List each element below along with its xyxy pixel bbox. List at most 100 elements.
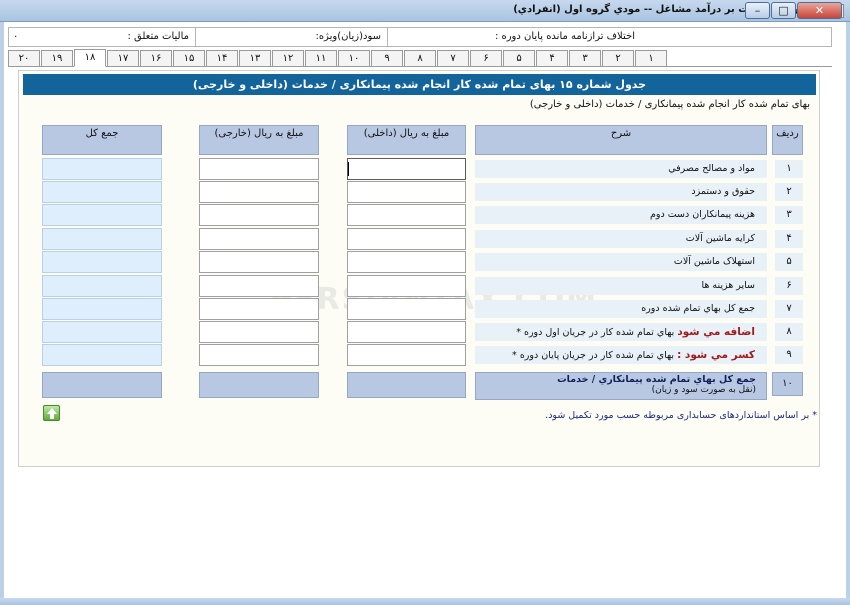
maximize-button[interactable]: □ [771, 2, 796, 19]
grand-total-cell [347, 372, 466, 398]
tab-14[interactable]: ۱۴ [206, 50, 238, 67]
row-number: ۴ [775, 230, 803, 248]
tab-11[interactable]: ۱۱ [305, 50, 337, 67]
internal-amount-input[interactable] [347, 251, 466, 273]
tab-9[interactable]: ۹ [371, 50, 403, 67]
external-amount-input[interactable] [199, 321, 319, 343]
tab-8[interactable]: ۸ [404, 50, 436, 67]
internal-amount-input[interactable] [347, 298, 466, 320]
row-description-text: استهلاک ماشین آلات [673, 256, 755, 267]
row-description: جمع کل بهاي تمام شده دوره [475, 300, 767, 318]
col-header-row-number: ردیف [772, 125, 803, 155]
row-description-text: سایر هزینه ها [701, 280, 755, 291]
total-amount-cell [42, 298, 162, 320]
row-description-text: بهاي تمام شده کار در جریان اول دوره * [516, 327, 675, 338]
total-row-description: جمع کل بهاي تمام شده پیمانکاري / خدمات (ن… [475, 372, 767, 400]
row-description: کسر مي شود : بهاي تمام شده کار در جریان … [475, 346, 767, 364]
tab-5[interactable]: ۵ [503, 50, 535, 67]
tab-7[interactable]: ۷ [437, 50, 469, 67]
external-amount-input[interactable] [199, 298, 319, 320]
total-amount-cell [42, 321, 162, 343]
close-button[interactable]: ✕ [797, 2, 842, 19]
row-description-text: حقوق و دستمزد [691, 186, 755, 197]
row-number: ۶ [775, 277, 803, 295]
internal-amount-input[interactable] [347, 181, 466, 203]
row-description: هزینه پیمانکاران دست دوم [475, 206, 767, 224]
row-number: ۱ [775, 160, 803, 178]
total-row-note: (نقل به صورت سود و زیان) [651, 385, 756, 395]
balance-diff-label: اختلاف ترازنامه مانده پایان دوره : [494, 31, 635, 42]
tab-13[interactable]: ۱۳ [239, 50, 271, 67]
row-description: اضافه مي شود بهاي تمام شده کار در جریان … [475, 323, 767, 341]
tab-2[interactable]: ۲ [602, 50, 634, 67]
tab-19[interactable]: ۱۹ [41, 50, 73, 67]
form-subtitle: بهای تمام شده کار انجام شده پیمانکاری / … [529, 99, 810, 110]
col-header-total: جمع کل [42, 125, 162, 155]
total-amount-cell [42, 228, 162, 250]
form-banner-title: جدول شماره ۱۵ بهای تمام شده کار انجام شد… [23, 74, 816, 95]
tab-1[interactable]: ۱ [635, 50, 667, 67]
tab-10[interactable]: ۱۰ [338, 50, 370, 67]
grand-total-cell [42, 372, 162, 398]
external-amount-input[interactable] [199, 344, 319, 366]
total-amount-cell [42, 251, 162, 273]
external-amount-input[interactable] [199, 158, 319, 180]
row-description-prefix: اضافه مي شود [677, 326, 755, 338]
row-number: ۵ [775, 253, 803, 271]
total-row-number: ۱۰ [772, 372, 803, 396]
external-amount-input[interactable] [199, 228, 319, 250]
external-amount-input[interactable] [199, 204, 319, 226]
tab-20[interactable]: ۲۰ [8, 50, 40, 67]
total-amount-cell [42, 158, 162, 180]
internal-amount-input[interactable] [347, 344, 466, 366]
grand-total-cell [199, 372, 319, 398]
tab-17[interactable]: ۱۷ [107, 50, 139, 67]
total-amount-cell [42, 344, 162, 366]
window-bottom-frame [0, 598, 850, 605]
tab-6[interactable]: ۶ [470, 50, 502, 67]
internal-amount-input[interactable] [347, 321, 466, 343]
total-row-title: جمع کل بهاي تمام شده پیمانکاري / خدمات [557, 374, 756, 385]
row-description-prefix: کسر مي شود : [677, 349, 755, 361]
row-description-text: مواد و مصالح مصرفي [668, 163, 755, 174]
internal-amount-input[interactable] [347, 158, 466, 180]
row-description-text: کرایه ماشین آلات [685, 233, 755, 244]
row-number: ۸ [775, 323, 803, 341]
title-bar: اظهارنامه مالیات بر درآمد مشاغل -- مودي … [0, 0, 850, 22]
tab-strip: ۱ ۲ ۳ ۴ ۵ ۶ ۷ ۸ ۹ ۱۰ ۱۱ ۱۲ ۱۳ ۱۴ ۱۵ ۱۶ ۱۷ ۱۸ ۱۹ ۲۰ [8, 49, 668, 67]
total-amount-cell [42, 275, 162, 297]
window-left-frame [0, 22, 4, 598]
external-amount-input[interactable] [199, 181, 319, 203]
tab-16[interactable]: ۱۶ [140, 50, 172, 67]
internal-amount-input[interactable] [347, 204, 466, 226]
row-description-text: بهاي تمام شده کار در جریان پایان دوره * [512, 350, 675, 361]
internal-amount-input[interactable] [347, 275, 466, 297]
row-description: حقوق و دستمزد [475, 183, 767, 201]
tax-due-label: مالیات متعلق : [127, 31, 189, 42]
tax-due-value: ۰ [13, 31, 19, 42]
external-amount-input[interactable] [199, 251, 319, 273]
row-description-text: هزینه پیمانکاران دست دوم [649, 209, 755, 220]
col-header-external-amount: مبلغ به ریال (خارجی) [199, 125, 319, 155]
internal-amount-input[interactable] [347, 228, 466, 250]
row-description: سایر هزینه ها [475, 277, 767, 295]
minimize-button[interactable]: – [745, 2, 770, 19]
total-amount-cell [42, 204, 162, 226]
tab-18[interactable]: ۱۸ [74, 49, 106, 67]
scroll-up-arrow-icon[interactable] [43, 405, 60, 421]
row-description: مواد و مصالح مصرفي [475, 160, 767, 178]
row-number: ۳ [775, 206, 803, 224]
tab-3[interactable]: ۳ [569, 50, 601, 67]
tab-15[interactable]: ۱۵ [173, 50, 205, 67]
row-description: استهلاک ماشین آلات [475, 253, 767, 271]
col-header-description: شرح [475, 125, 767, 155]
footnote: * بر اساس استانداردهای حسابداری مربوطه ح… [545, 410, 817, 421]
external-amount-input[interactable] [199, 275, 319, 297]
total-amount-cell [42, 181, 162, 203]
net-profit-label: سود(زیان)ویژه: [315, 31, 381, 42]
row-number: ۷ [775, 300, 803, 318]
tab-12[interactable]: ۱۲ [272, 50, 304, 67]
tab-4[interactable]: ۴ [536, 50, 568, 67]
row-number: ۹ [775, 346, 803, 364]
header-divider [195, 28, 196, 46]
